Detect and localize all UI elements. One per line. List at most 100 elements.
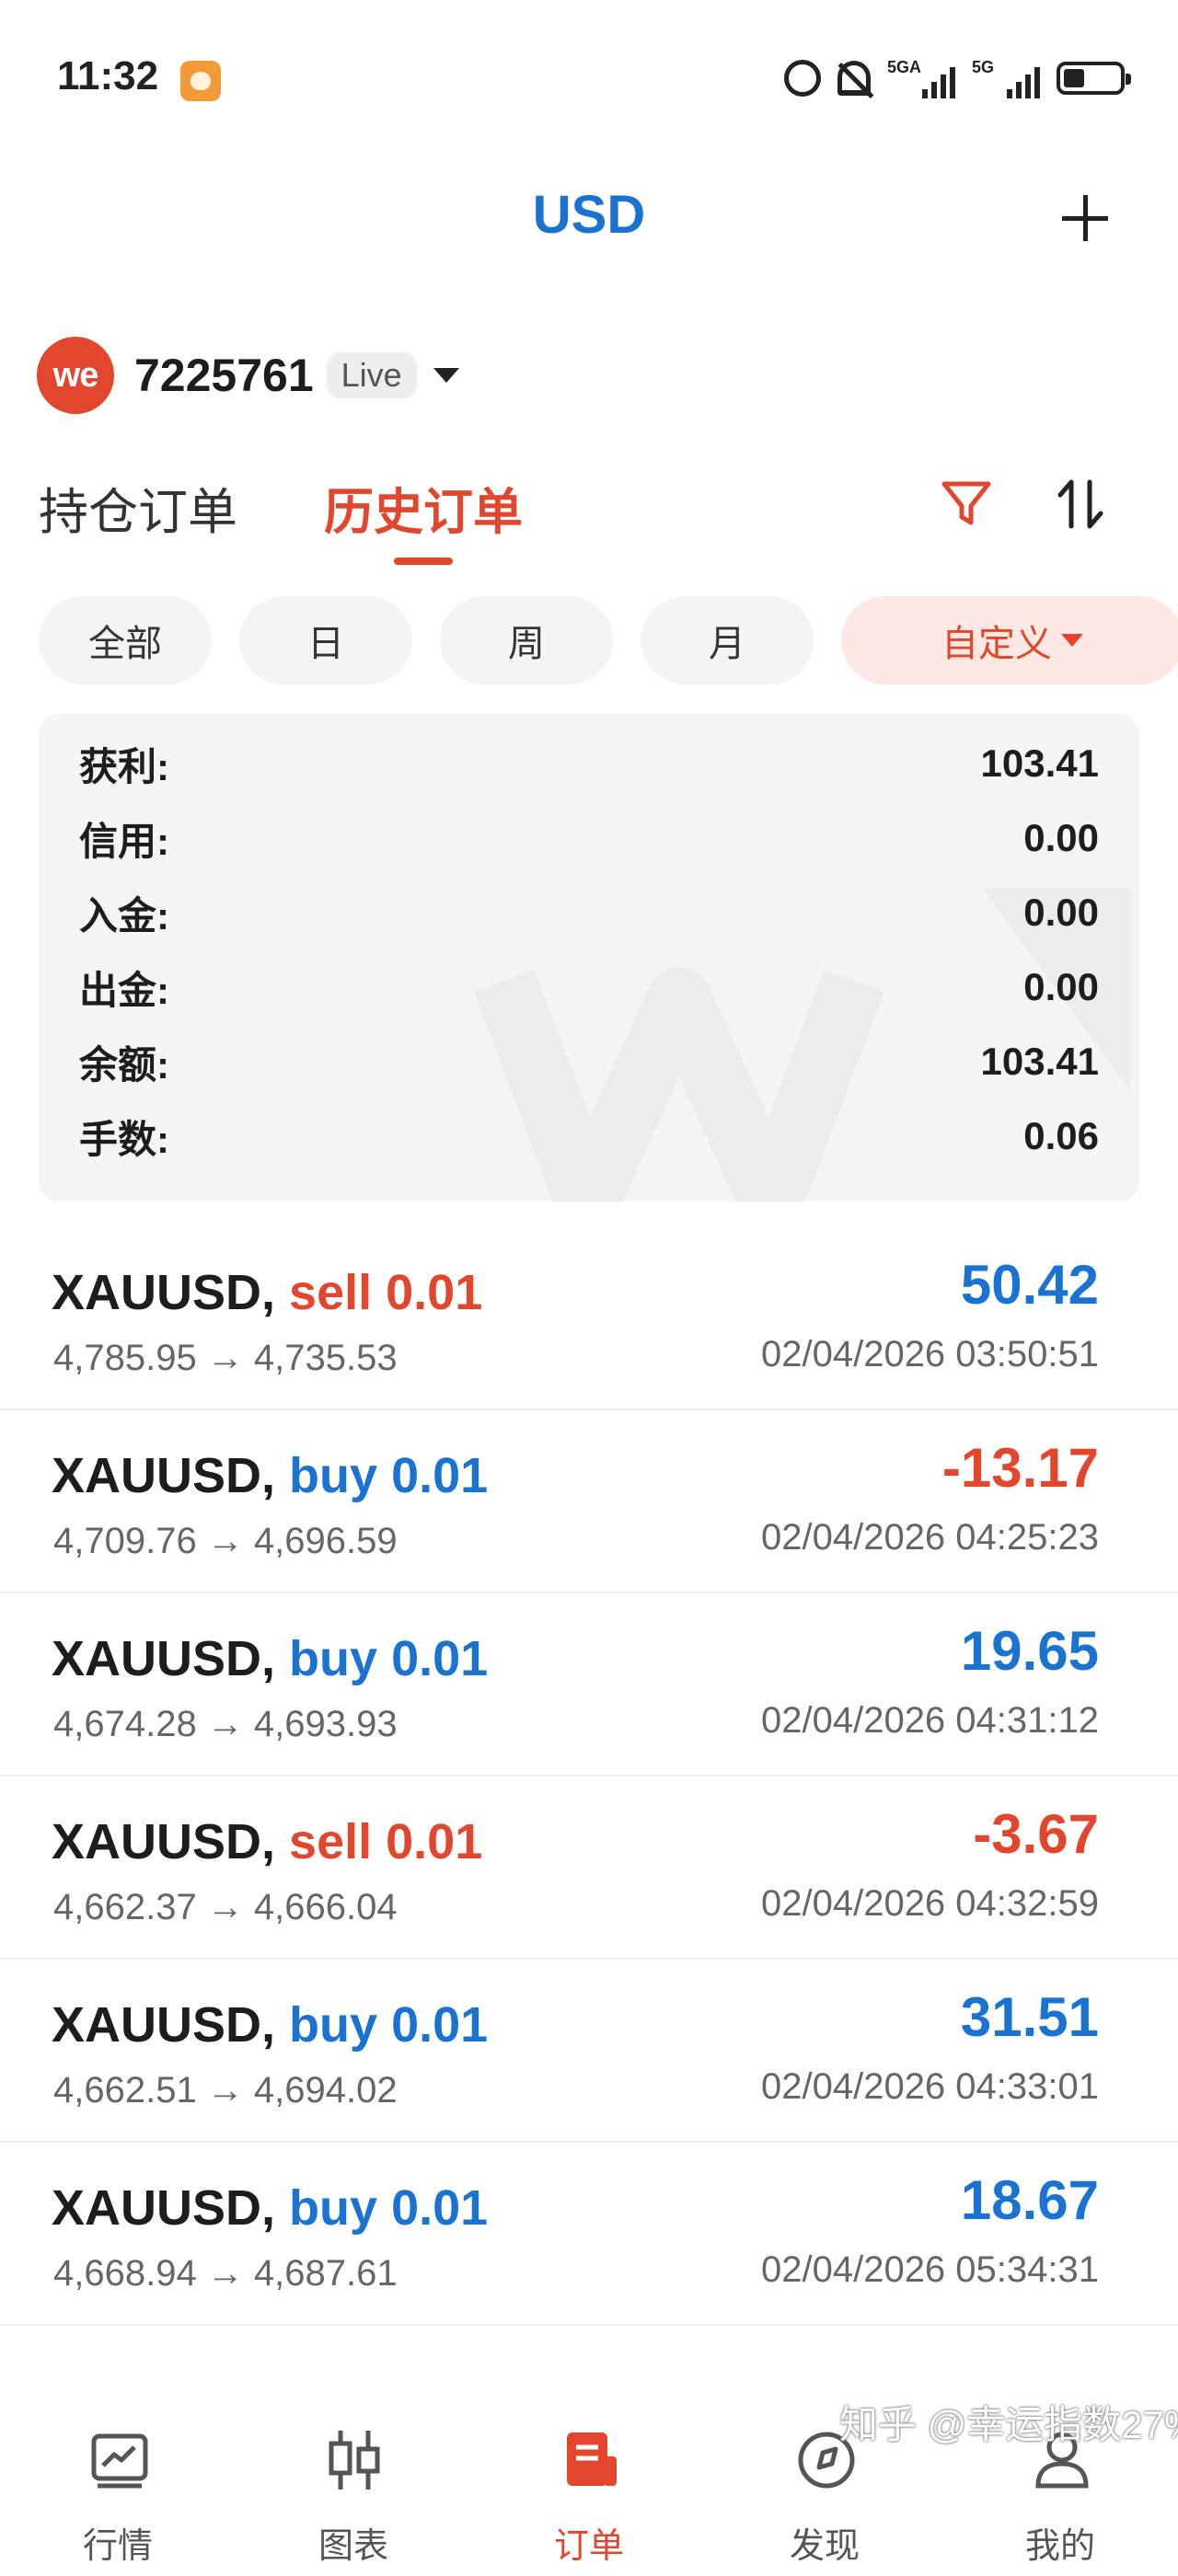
- order-side: buy: [289, 1997, 378, 2053]
- summary-row-deposit: 入金: 0.00: [79, 885, 1099, 940]
- candlestick-icon: [329, 2431, 380, 2490]
- order-side: sell: [289, 1265, 373, 1320]
- order-prices: 4,662.37 → 4,666.04: [53, 1887, 398, 1927]
- nav-quotes-label: 行情: [82, 2527, 153, 2566]
- chevron-down-icon[interactable]: [433, 368, 459, 383]
- period-filter: 全部 日 周 月 自定义: [39, 596, 1178, 684]
- order-symbol-line: XAUUSD, buy 0.01: [52, 1630, 488, 1687]
- summary-value: 0.00: [1023, 891, 1099, 934]
- order-close-time: 02/04/2026 04:33:01: [760, 2066, 1099, 2107]
- order-symbol-line: XAUUSD, buy 0.01: [52, 1996, 488, 2053]
- order-close-time: 02/04/2026 03:50:51: [760, 1334, 1099, 1374]
- order-close-time: 02/04/2026 04:31:12: [760, 1700, 1099, 1741]
- summary-label: 手数:: [79, 1117, 169, 1161]
- period-custom-button[interactable]: 自定义: [841, 596, 1178, 684]
- period-day-button[interactable]: 日: [239, 596, 412, 684]
- account-number: 7225761: [134, 350, 314, 401]
- status-time: 11:32: [57, 53, 159, 98]
- quotes-chart-icon: [91, 2433, 148, 2489]
- tab-order-history[interactable]: 历史订单: [324, 471, 523, 544]
- order-row[interactable]: XAUUSD, buy 0.01 4,709.76 → 4,696.59 -13…: [0, 1410, 1178, 1593]
- summary-row-withdrawal: 出金: 0.00: [79, 960, 1099, 1015]
- order-side: sell: [289, 1814, 373, 1869]
- order-side: buy: [289, 1631, 378, 1686]
- order-profit: 18.67: [960, 2169, 1099, 2231]
- period-all-button[interactable]: 全部: [39, 596, 212, 684]
- nav-quotes[interactable]: 行情: [26, 2429, 210, 2567]
- order-prices: 4,785.95 → 4,735.53: [53, 1338, 398, 1378]
- summary-row-credit: 信用: 0.00: [79, 811, 1099, 866]
- nav-orders[interactable]: 订单: [497, 2429, 681, 2567]
- order-profit: 50.42: [960, 1254, 1099, 1316]
- order-side: buy: [289, 2180, 378, 2236]
- order-row[interactable]: XAUUSD, buy 0.01 4,662.51 → 4,694.02 31.…: [0, 1960, 1178, 2143]
- order-side: buy: [289, 1448, 378, 1503]
- order-symbol: XAUUSD,: [52, 1814, 276, 1869]
- summary-value: 0.00: [1023, 816, 1099, 859]
- summary-label: 出金:: [79, 968, 169, 1012]
- order-row[interactable]: XAUUSD, buy 0.01 4,668.94 → 4,687.61 18.…: [0, 2143, 1178, 2326]
- caret-down-icon: [1061, 634, 1083, 647]
- nav-discover-label: 发现: [789, 2527, 860, 2566]
- brand-logo: we: [37, 337, 114, 414]
- sort-icon[interactable]: [1053, 477, 1108, 532]
- order-prices: 4,709.76 → 4,696.59: [53, 1521, 398, 1561]
- add-button[interactable]: [1060, 193, 1110, 243]
- summary-label: 信用:: [79, 819, 169, 863]
- order-close-time: 02/04/2026 05:34:31: [760, 2249, 1099, 2290]
- order-symbol-line: XAUUSD, sell 0.01: [52, 1813, 482, 1870]
- order-prices: 4,668.94 → 4,687.61: [53, 2253, 398, 2294]
- summary-label: 获利:: [79, 744, 169, 788]
- notification-app-icon: [180, 61, 221, 101]
- summary-label: 余额:: [79, 1042, 169, 1087]
- order-row[interactable]: XAUUSD, sell 0.01 4,785.95 → 4,735.53 50…: [0, 1227, 1178, 1410]
- tab-open-positions[interactable]: 持仓订单: [39, 471, 237, 544]
- summary-label: 入金:: [79, 893, 169, 937]
- order-profit: -3.67: [973, 1803, 1099, 1865]
- order-symbol: XAUUSD,: [52, 1997, 276, 2053]
- order-symbol-line: XAUUSD, sell 0.01: [52, 1264, 482, 1321]
- account-summary-card: 获利: 103.41 信用: 0.00 入金: 0.00 出金: 0.00 余额…: [39, 714, 1139, 1202]
- order-profit: 31.51: [960, 1986, 1099, 2048]
- order-close-time: 02/04/2026 04:25:23: [760, 1517, 1099, 1558]
- summary-row-balance: 余额: 103.41: [79, 1034, 1099, 1089]
- order-lots: 0.01: [386, 1265, 483, 1320]
- period-month-button[interactable]: 月: [641, 596, 814, 684]
- order-profit: 19.65: [960, 1620, 1099, 1682]
- orders-document-icon: [567, 2432, 617, 2486]
- signal-5g-label: 5G: [972, 58, 995, 76]
- source-watermark: 知乎 @幸运指数27%: [839, 2403, 1178, 2446]
- account-selector[interactable]: we 7225761 Live: [37, 337, 459, 414]
- summary-value: 0.00: [1023, 965, 1099, 1008]
- filter-icon[interactable]: [939, 477, 994, 532]
- live-badge: Live: [326, 352, 417, 398]
- order-prices: 4,674.28 → 4,693.93: [53, 1704, 398, 1744]
- summary-value: 103.41: [980, 742, 1099, 785]
- order-row[interactable]: XAUUSD, buy 0.01 4,674.28 → 4,693.93 19.…: [0, 1593, 1178, 1777]
- summary-row-profit: 获利: 103.41: [79, 736, 1099, 791]
- order-lots: 0.01: [391, 1631, 489, 1686]
- battery-icon: [1057, 62, 1131, 95]
- order-prices: 4,662.51 → 4,694.02: [53, 2070, 398, 2110]
- period-custom-label: 自定义: [941, 624, 1052, 664]
- order-profit: -13.17: [941, 1437, 1099, 1499]
- order-symbol: XAUUSD,: [52, 2180, 276, 2236]
- order-row[interactable]: XAUUSD, sell 0.01 4,662.37 → 4,666.04 -3…: [0, 1777, 1178, 1960]
- summary-value: 0.06: [1023, 1114, 1099, 1157]
- order-lots: 0.01: [391, 1997, 489, 2053]
- order-close-time: 02/04/2026 04:32:59: [760, 1883, 1099, 1924]
- order-symbol: XAUUSD,: [52, 1631, 276, 1686]
- nav-orders-label: 订单: [553, 2527, 624, 2566]
- order-lots: 0.01: [391, 1448, 489, 1503]
- nav-charts[interactable]: 图表: [261, 2429, 445, 2567]
- order-symbol-line: XAUUSD, buy 0.01: [52, 2179, 488, 2237]
- order-symbol-line: XAUUSD, buy 0.01: [52, 1447, 488, 1504]
- nav-me-label: 我的: [1024, 2527, 1095, 2566]
- alarm-icon: [784, 60, 821, 97]
- status-icons: 5GA 5G: [784, 55, 1131, 101]
- signal-5ga-label: 5GA: [887, 58, 922, 76]
- summary-row-lots: 手数: 0.06: [79, 1109, 1099, 1164]
- order-lots: 0.01: [386, 1814, 483, 1869]
- active-tab-indicator: [394, 558, 453, 565]
- period-week-button[interactable]: 周: [440, 596, 613, 684]
